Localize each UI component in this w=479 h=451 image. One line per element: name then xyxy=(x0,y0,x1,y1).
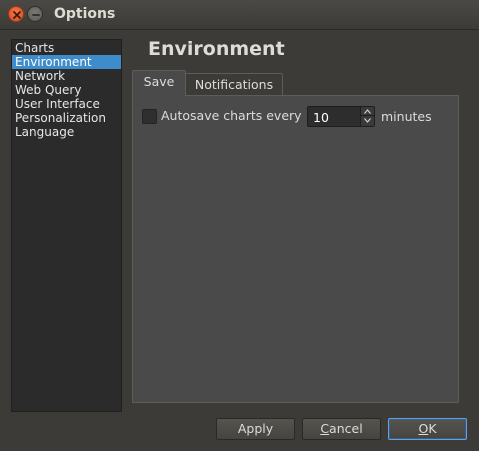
category-item-environment[interactable]: Environment xyxy=(12,55,121,69)
minimize-icon xyxy=(32,14,40,16)
cancel-button[interactable]: Cancel xyxy=(302,418,381,440)
tab-save[interactable]: Save xyxy=(132,70,186,96)
category-item-network[interactable]: Network xyxy=(12,69,121,83)
category-item-user-interface[interactable]: User Interface xyxy=(12,97,121,111)
cancel-mnemonic: C xyxy=(320,421,330,436)
ok-label-rest: K xyxy=(428,421,437,436)
autosave-interval-spinbox[interactable]: 10 xyxy=(307,106,375,127)
chevron-down-icon xyxy=(364,118,371,123)
apply-button[interactable]: Apply xyxy=(216,418,295,440)
spin-arrows xyxy=(360,107,374,126)
autosave-interval-value[interactable]: 10 xyxy=(313,110,329,125)
autosave-label: Autosave charts every xyxy=(161,108,302,123)
window-title: Options xyxy=(54,6,116,22)
title-bar: Options xyxy=(0,0,479,30)
spin-up-button[interactable] xyxy=(361,107,374,116)
tab-notifications[interactable]: Notifications xyxy=(186,73,283,97)
category-item-charts[interactable]: Charts xyxy=(12,41,121,55)
spin-down-button[interactable] xyxy=(361,116,374,125)
minimize-window-button[interactable] xyxy=(27,6,43,22)
close-icon xyxy=(13,11,21,19)
save-tab-panel xyxy=(132,95,459,403)
category-list[interactable]: Charts Environment Network Web Query Use… xyxy=(11,39,122,412)
minutes-label: minutes xyxy=(381,109,432,124)
autosave-checkbox[interactable] xyxy=(142,109,157,124)
cancel-label-rest: ancel xyxy=(329,421,363,436)
ok-mnemonic: O xyxy=(418,421,429,436)
ok-button[interactable]: OK xyxy=(388,418,467,440)
close-window-button[interactable] xyxy=(8,6,24,22)
category-item-web-query[interactable]: Web Query xyxy=(12,83,121,97)
category-item-personalization[interactable]: Personalization xyxy=(12,111,121,125)
category-item-language[interactable]: Language xyxy=(12,125,121,139)
page-title: Environment xyxy=(148,38,285,60)
chevron-up-icon xyxy=(364,109,371,114)
